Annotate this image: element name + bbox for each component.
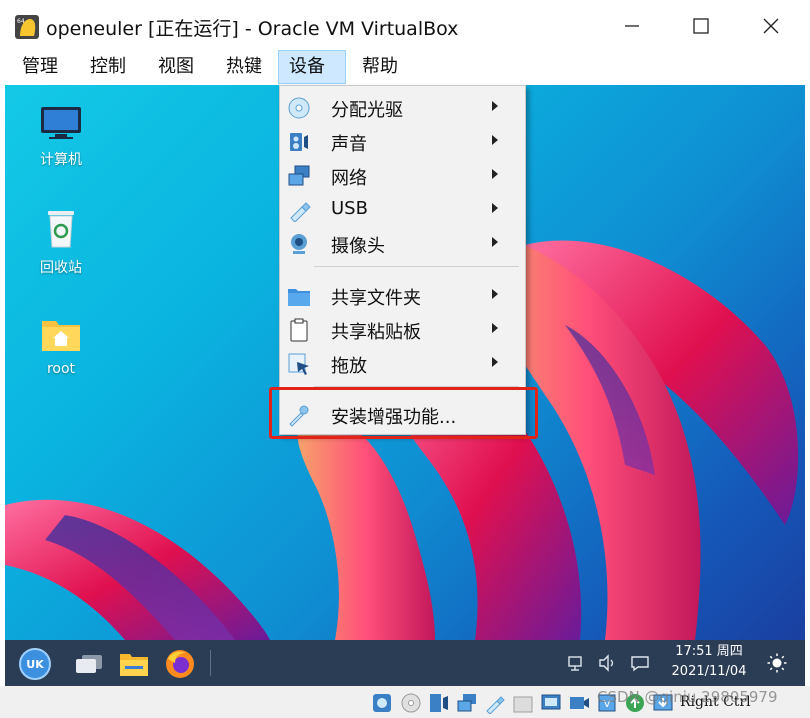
menu-separator <box>314 266 519 267</box>
menu-item-usb[interactable]: USB <box>280 192 525 226</box>
network-status-icon[interactable] <box>456 692 478 714</box>
submenu-arrow-icon <box>492 357 498 367</box>
usb-icon <box>290 202 311 222</box>
menu-devices[interactable]: 设备 <box>278 50 346 84</box>
webcam-icon <box>291 234 307 254</box>
network-tray-icon[interactable] <box>567 653 587 673</box>
guest-taskbar: UK 17:51 周四 2021/11/04 <box>5 640 805 686</box>
night-mode-icon[interactable] <box>767 653 787 673</box>
menu-item-label: USB <box>331 198 368 219</box>
minimize-icon <box>625 25 639 27</box>
computer-icon <box>41 107 81 139</box>
menu-manage[interactable]: 管理 <box>12 50 68 84</box>
desktop-icon-label: root <box>46 361 76 377</box>
menu-item-label: 拖放 <box>331 356 367 377</box>
shared-folder-status-icon[interactable] <box>512 692 534 714</box>
menu-item-network[interactable]: 网络 <box>280 158 525 192</box>
hard-disk-status-icon[interactable] <box>371 692 393 714</box>
submenu-arrow-icon <box>492 101 498 111</box>
notification-tray-icon[interactable] <box>630 653 650 673</box>
file-manager-icon[interactable] <box>117 647 151 681</box>
desktop-icon-trash[interactable]: 回收站 <box>26 207 96 277</box>
svg-text:UK: UK <box>26 658 44 671</box>
minimize-button[interactable] <box>606 8 658 44</box>
submenu-arrow-icon <box>492 237 498 247</box>
multitask-view-icon[interactable] <box>72 647 106 681</box>
submenu-arrow-icon <box>492 203 498 213</box>
usb-status-icon[interactable] <box>484 692 506 714</box>
menu-help[interactable]: 帮助 <box>352 50 408 84</box>
taskbar-clock[interactable]: 17:51 周四 2021/11/04 <box>668 642 750 682</box>
shared-folder-icon <box>288 289 310 306</box>
submenu-arrow-icon <box>492 289 498 299</box>
menu-item-label: 网络 <box>331 168 367 189</box>
home-folder-icon <box>42 321 80 351</box>
desktop-icon-root[interactable]: root <box>26 315 96 377</box>
menu-item-audio[interactable]: 声音 <box>280 124 525 158</box>
maximize-button[interactable] <box>675 8 727 44</box>
audio-icon <box>290 133 308 151</box>
display-status-icon[interactable] <box>540 692 562 714</box>
clock-time: 17:51 周四 <box>675 644 743 659</box>
menu-hotkeys[interactable]: 热键 <box>216 50 272 84</box>
menu-item-optical-drives[interactable]: 分配光驱 <box>280 90 525 124</box>
recording-status-icon[interactable] <box>568 692 590 714</box>
drag-drop-icon <box>288 353 309 375</box>
menu-item-shared-clipboard[interactable]: 共享粘贴板 <box>280 312 525 346</box>
submenu-arrow-icon <box>492 169 498 179</box>
optical-disc-icon <box>288 97 310 119</box>
volume-tray-icon[interactable] <box>597 653 617 673</box>
virtualbox-app-icon: 64 <box>15 15 39 39</box>
maximize-icon <box>693 18 709 34</box>
optical-drive-status-icon[interactable] <box>400 692 422 714</box>
submenu-arrow-icon <box>492 323 498 333</box>
menu-bar: 管理 控制 视图 热键 设备 帮助 <box>0 50 810 84</box>
taskbar-separator <box>210 650 211 676</box>
menu-item-label: 摄像头 <box>331 236 385 257</box>
menu-item-label: 分配光驱 <box>331 100 403 121</box>
desktop-icon-computer[interactable]: 计算机 <box>26 105 96 169</box>
title-bar: 64 openeuler [正在运行] - Oracle VM VirtualB… <box>0 0 810 50</box>
menu-item-label: 声音 <box>331 134 367 155</box>
menu-item-drag-and-drop[interactable]: 拖放 <box>280 346 525 380</box>
trash-icon <box>48 211 74 248</box>
menu-control[interactable]: 控制 <box>80 50 136 84</box>
close-icon <box>763 18 779 34</box>
start-menu-icon[interactable]: UK <box>18 647 52 681</box>
menu-item-label: 共享粘贴板 <box>331 322 421 343</box>
highlight-annotation-box <box>269 387 538 439</box>
clipboard-icon <box>290 318 308 342</box>
clock-date: 2021/11/04 <box>671 664 747 679</box>
window-title: openeuler [正在运行] - Oracle VM VirtualBox <box>46 18 459 40</box>
submenu-arrow-icon <box>492 135 498 145</box>
desktop-icon-label: 回收站 <box>40 260 82 276</box>
firefox-icon[interactable] <box>163 647 197 681</box>
close-button[interactable] <box>745 8 797 44</box>
menu-view[interactable]: 视图 <box>148 50 204 84</box>
network-icon <box>288 165 310 186</box>
audio-status-icon[interactable] <box>428 692 450 714</box>
devices-dropdown-menu: 分配光驱 声音 网络 USB 摄像头 共享文件夹 共享粘贴板 拖放 安装增强功能… <box>279 85 526 435</box>
svg-text:64: 64 <box>17 18 25 25</box>
menu-item-webcams[interactable]: 摄像头 <box>280 226 525 260</box>
desktop-icon-label: 计算机 <box>40 152 82 168</box>
watermark-text: CSDN @qiniu 29805979 <box>597 688 778 706</box>
menu-item-shared-folders[interactable]: 共享文件夹 <box>280 278 525 312</box>
menu-item-label: 共享文件夹 <box>331 288 421 309</box>
